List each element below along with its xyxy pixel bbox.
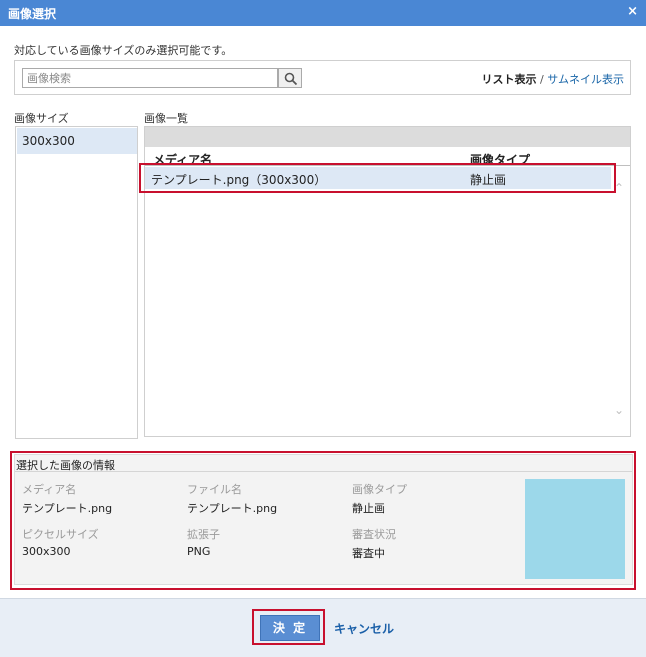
info-label-media-name: メディア名 (22, 483, 77, 496)
info-value-review-status: 審査中 (352, 547, 385, 560)
image-size-panel: 300x300 (15, 126, 138, 439)
view-switch: リスト表示 / サムネイル表示 (482, 71, 625, 87)
header-divider (145, 165, 630, 166)
title-bar: 画像選択 × (0, 0, 646, 26)
info-value-extension: PNG (187, 545, 211, 558)
row-image-type: 静止画 (470, 173, 507, 187)
size-item-300x300[interactable]: 300x300 (17, 128, 137, 154)
view-separator: / (540, 73, 544, 86)
info-label-file-name: ファイル名 (187, 483, 242, 496)
close-icon[interactable]: × (627, 4, 638, 19)
image-list-label: 画像一覧 (144, 112, 188, 125)
info-label-image-type: 画像タイプ (352, 483, 407, 496)
image-list-panel: メディア名 画像タイプ テンプレート.png（300x300） 静止画 ⌃ ⌄ (144, 126, 631, 437)
search-button[interactable] (278, 68, 302, 88)
info-divider (15, 471, 632, 472)
table-row[interactable]: テンプレート.png（300x300） 静止画 (145, 167, 611, 189)
selected-image-info: 選択した画像の情報 メディア名 テンプレート.png ファイル名 テンプレート.… (14, 454, 633, 585)
search-bar: リスト表示 / サムネイル表示 (14, 60, 631, 95)
window-title: 画像選択 (8, 7, 57, 21)
search-icon (284, 72, 298, 86)
ok-button[interactable]: 決 定 (260, 615, 320, 641)
info-value-file-name: テンプレート.png (187, 502, 278, 515)
info-value-pixel-size: 300x300 (22, 545, 71, 558)
info-value-media-name: テンプレート.png (22, 502, 113, 515)
image-thumbnail (525, 479, 625, 579)
chevron-up-icon[interactable]: ⌃ (614, 181, 624, 195)
list-toolbar (145, 127, 630, 147)
info-label-review-status: 審査状況 (352, 528, 396, 541)
search-input[interactable] (22, 68, 278, 88)
list-scrollbar[interactable]: ⌃ ⌄ (611, 167, 630, 435)
list-view-link[interactable]: リスト表示 (482, 73, 537, 86)
info-label-extension: 拡張子 (187, 528, 220, 541)
row-media-name: テンプレート.png（300x300） (151, 173, 327, 187)
thumbnail-view-link[interactable]: サムネイル表示 (547, 73, 624, 86)
chevron-down-icon[interactable]: ⌄ (614, 403, 624, 417)
info-label-pixel-size: ピクセルサイズ (22, 528, 99, 541)
info-value-image-type: 静止画 (352, 502, 385, 515)
supported-size-note: 対応している画像サイズのみ選択可能です。 (14, 44, 233, 57)
image-size-label: 画像サイズ (14, 112, 69, 125)
dialog-footer: 決 定 キャンセル (0, 598, 646, 657)
cancel-button[interactable]: キャンセル (334, 620, 394, 637)
